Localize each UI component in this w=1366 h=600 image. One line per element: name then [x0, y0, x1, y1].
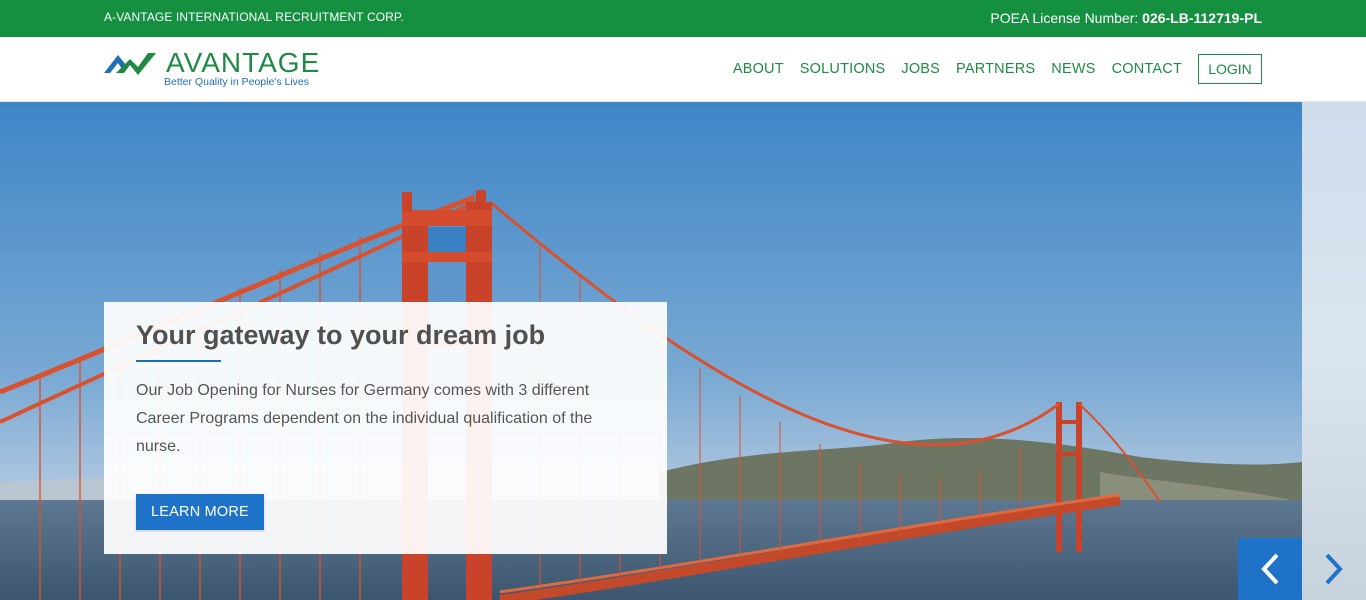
- license-label: POEA License Number:: [990, 10, 1143, 26]
- chevron-left-icon: [1261, 553, 1279, 585]
- logo-mark-icon: [104, 53, 156, 75]
- logo-tagline: Better Quality in People's Lives: [164, 76, 309, 88]
- company-name: A-VANTAGE INTERNATIONAL RECRUITMENT CORP…: [104, 10, 404, 24]
- nav-item-jobs[interactable]: JOBS: [901, 61, 940, 77]
- nav-item-news[interactable]: NEWS: [1051, 61, 1095, 77]
- next-slide-peek: [1302, 102, 1366, 600]
- license-number: 026-LB-112719-PL: [1142, 10, 1262, 26]
- site-header: AVANTAGE Better Quality in People's Live…: [0, 37, 1366, 102]
- hero-caption-card: Your gateway to your dream job Our Job O…: [104, 302, 667, 554]
- learn-more-button[interactable]: LEARN MORE: [136, 494, 264, 530]
- slider-prev-button[interactable]: [1238, 538, 1302, 600]
- nav-item-about[interactable]: ABOUT: [733, 61, 784, 77]
- nav-item-contact[interactable]: CONTACT: [1112, 61, 1182, 77]
- hero-title: Your gateway to your dream job: [136, 320, 546, 350]
- nav-item-solutions[interactable]: SOLUTIONS: [800, 61, 886, 77]
- chevron-right-icon: [1325, 553, 1343, 585]
- top-bar: A-VANTAGE INTERNATIONAL RECRUITMENT CORP…: [0, 0, 1366, 37]
- logo-wordmark: AVANTAGE: [166, 47, 321, 78]
- hero-description: Our Job Opening for Nurses for Germany c…: [136, 382, 593, 455]
- slider-next-button[interactable]: [1302, 538, 1366, 600]
- nav-item-partners[interactable]: PARTNERS: [956, 61, 1035, 77]
- title-underline: [136, 360, 221, 362]
- hero-slider: Your gateway to your dream job Our Job O…: [0, 102, 1366, 600]
- login-button[interactable]: LOGIN: [1198, 54, 1262, 84]
- license-info: POEA License Number: 026-LB-112719-PL: [990, 10, 1262, 26]
- main-nav: ABOUT SOLUTIONS JOBS PARTNERS NEWS CONTA…: [733, 61, 1182, 77]
- site-logo[interactable]: AVANTAGE Better Quality in People's Live…: [104, 49, 334, 91]
